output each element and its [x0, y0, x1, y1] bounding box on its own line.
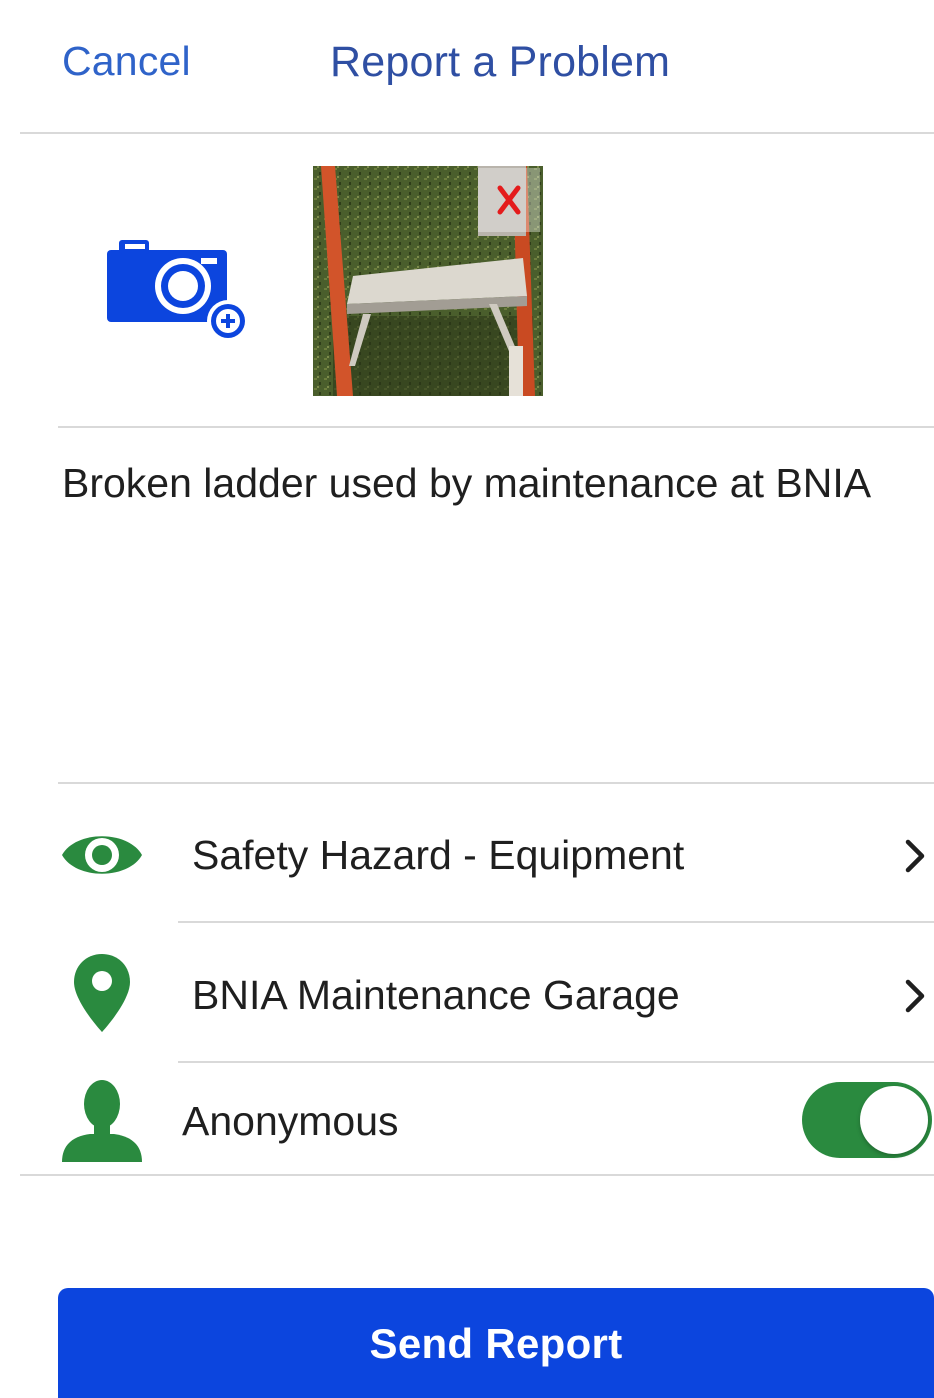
remove-photo-button[interactable] [478, 168, 540, 232]
chevron-right-icon [900, 976, 930, 1016]
description-textarea[interactable]: Broken ladder used by maintenance at BNI… [62, 460, 871, 507]
cancel-button[interactable]: Cancel [62, 38, 191, 85]
page-title: Report a Problem [330, 38, 671, 86]
row-divider [178, 1061, 934, 1063]
add-photo-button[interactable] [105, 236, 255, 346]
description-divider [58, 782, 934, 784]
person-icon [60, 1078, 144, 1167]
eye-icon [60, 826, 144, 889]
close-icon [497, 185, 521, 215]
location-pin-icon [72, 952, 132, 1039]
form-bottom-divider [20, 1174, 934, 1176]
chevron-right-icon [900, 836, 930, 876]
header-divider [20, 132, 934, 134]
anonymous-label: Anonymous [182, 1098, 399, 1144]
anonymous-toggle[interactable] [802, 1082, 932, 1158]
camera-plus-icon [107, 240, 249, 342]
photo-divider [58, 426, 934, 428]
toggle-knob [860, 1086, 928, 1154]
row-divider [178, 921, 934, 923]
category-label: Safety Hazard - Equipment [192, 832, 685, 878]
send-report-button[interactable]: Send Report [58, 1288, 934, 1398]
location-label: BNIA Maintenance Garage [192, 972, 680, 1018]
